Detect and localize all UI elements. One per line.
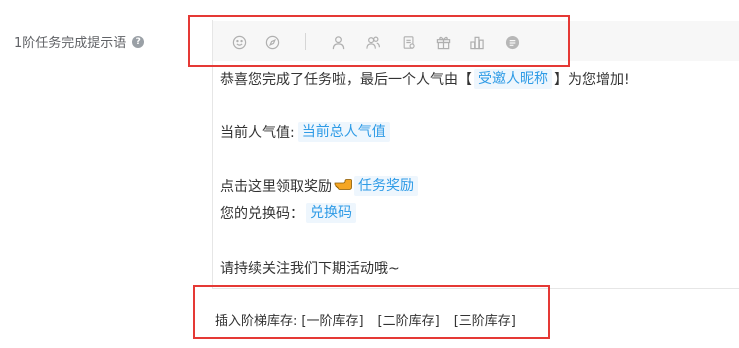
field-label-text: 1阶任务完成提示语 (14, 36, 127, 51)
task-reward-tag[interactable]: 任务奖励 (354, 176, 418, 196)
line4-prefix: 您的兑换码： (220, 206, 304, 222)
content-line-4[interactable]: 您的兑换码： 兑换码 (220, 203, 356, 223)
field-label: 1阶任务完成提示语 ? (14, 32, 145, 51)
insert-tier2-stock[interactable]: [二阶库存] (378, 310, 440, 329)
line3-prefix: 点击这里领取奖励 (220, 179, 332, 195)
line2-prefix: 当前人气值: (220, 125, 295, 141)
insert-stock-row: 插入阶梯库存: [一阶库存] [二阶库存] [三阶库存] (215, 310, 516, 329)
content-line-3[interactable]: 点击这里领取奖励 任务奖励 (220, 176, 418, 196)
content-line-5[interactable]: 请持续关注我们下期活动哦~ (220, 258, 400, 278)
toolbar-highlight-box (188, 15, 570, 67)
line1-prefix: 恭喜您完成了任务啦，最后一个人气由【 (220, 72, 472, 88)
invitee-nickname-tag[interactable]: 受邀人昵称 (474, 69, 552, 89)
redeem-code-tag[interactable]: 兑换码 (306, 203, 356, 223)
line5-text: 请持续关注我们下期活动哦~ (220, 261, 400, 277)
content-line-1[interactable]: 恭喜您完成了任务啦，最后一个人气由【 受邀人昵称 】为您增加! (220, 69, 630, 89)
insert-tier1-stock[interactable]: [一阶库存] (301, 310, 363, 329)
pointing-hand-icon (334, 177, 352, 195)
insert-stock-label: 插入阶梯库存: (215, 314, 298, 329)
help-icon[interactable]: ? (132, 35, 145, 48)
content-line-2[interactable]: 当前人气值: 当前总人气值 (220, 122, 390, 142)
line1-suffix: 】为您增加! (554, 72, 630, 88)
insert-tier3-stock[interactable]: [三阶库存] (454, 310, 516, 329)
current-popularity-tag[interactable]: 当前总人气值 (297, 122, 390, 142)
